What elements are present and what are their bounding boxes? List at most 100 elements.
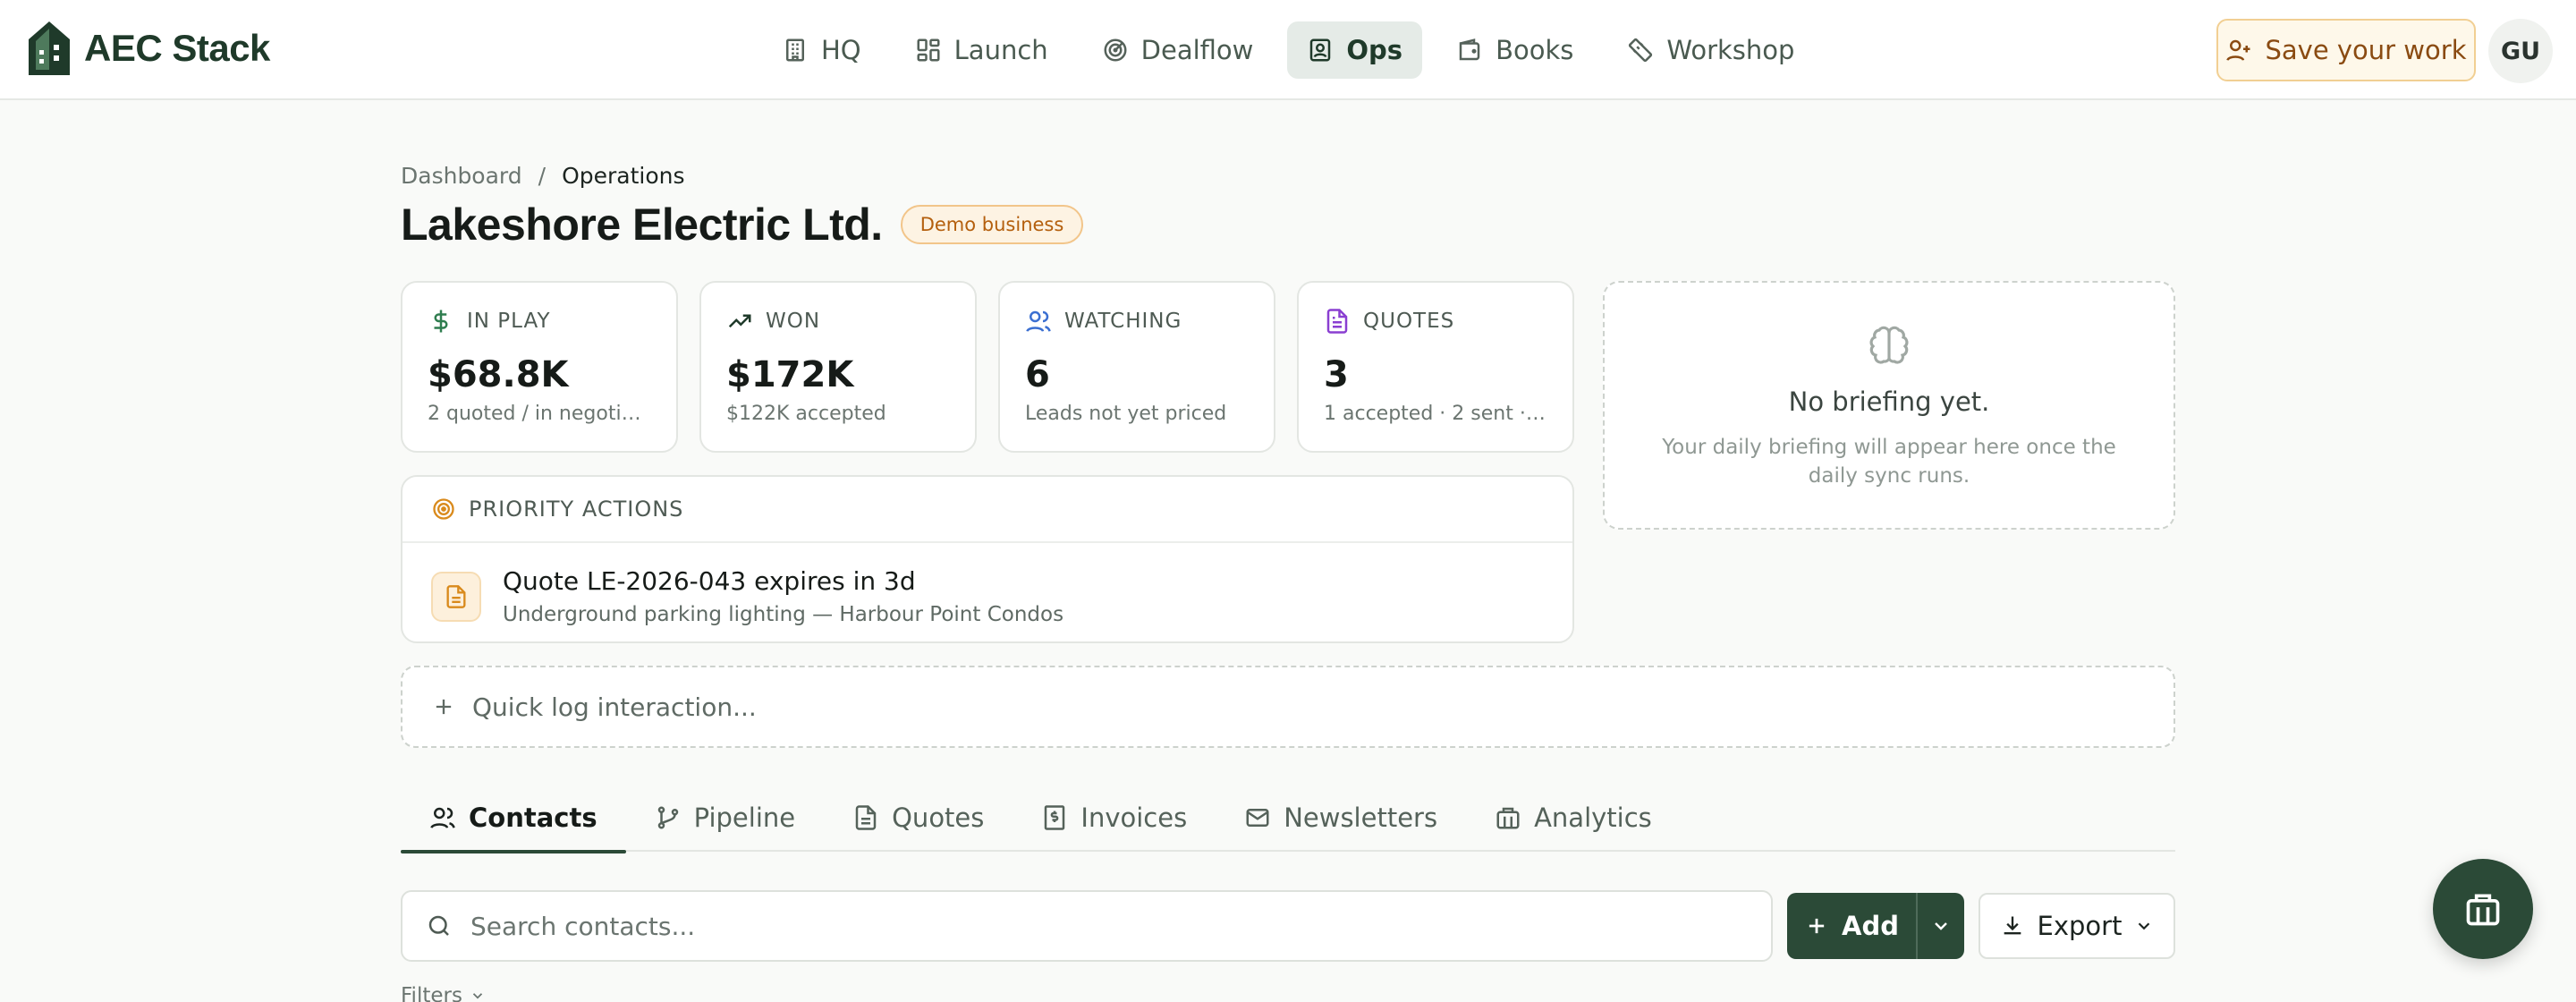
brain-icon	[1869, 326, 1909, 364]
nav-item-label: Ops	[1346, 35, 1403, 65]
target-icon	[433, 498, 454, 520]
search-bar	[401, 890, 1773, 962]
nav-item-label: Workshop	[1666, 35, 1795, 65]
nav-item-dealflow[interactable]: Dealflow	[1082, 21, 1274, 79]
radar-icon	[1104, 38, 1127, 62]
app-name: AEC Stack	[84, 27, 270, 69]
stat-label: IN PLAY	[467, 310, 551, 333]
add-label: Add	[1842, 911, 1899, 941]
nav-item-workshop[interactable]: Workshop	[1607, 21, 1814, 79]
logo-icon	[29, 21, 70, 75]
nav-item-label: Launch	[953, 35, 1048, 65]
stat-value: 3	[1324, 354, 1349, 395]
users-icon	[430, 807, 455, 828]
git-branch-icon	[657, 806, 678, 829]
export-label: Export	[2037, 911, 2123, 941]
stat-head: IN PLAY	[428, 308, 651, 335]
dollar-icon	[434, 310, 448, 333]
file-text-icon	[446, 584, 466, 608]
tab-analytics[interactable]: Analytics	[1466, 784, 1681, 852]
stat-value: $172K	[726, 354, 854, 395]
briefing-text: Your daily briefing will appear here onc…	[1662, 436, 2116, 488]
tab-label: Pipeline	[693, 802, 796, 833]
stat-card-quotes[interactable]: QUOTES 3 1 accepted · 2 sent · 1 d...	[1297, 281, 1574, 453]
user-plus-icon	[2226, 39, 2250, 61]
toolbox-fab-button[interactable]	[2433, 859, 2533, 959]
stat-head: WATCHING	[1025, 308, 1249, 335]
stat-card-watching[interactable]: WATCHING 6 Leads not yet priced	[998, 281, 1275, 453]
stat-label: WON	[766, 310, 821, 333]
stat-head: WON	[726, 308, 950, 335]
page-title-row: Lakeshore Electric Ltd. Demo business	[401, 199, 1084, 250]
search-input[interactable]	[470, 911, 1723, 941]
tab-label: Invoices	[1080, 802, 1188, 833]
breadcrumb-separator: /	[538, 163, 547, 189]
stat-card-in-play[interactable]: IN PLAY $68.8K 2 quoted / in negotiation	[401, 281, 678, 453]
stat-value: 6	[1025, 354, 1050, 395]
priority-heading: PRIORITY ACTIONS	[402, 477, 1572, 543]
tab-quotes[interactable]: Quotes	[824, 784, 1013, 852]
plus-icon	[1809, 918, 1825, 934]
tab-label: Newsletters	[1284, 802, 1438, 833]
filters-toggle[interactable]: Filters	[401, 984, 486, 1002]
add-dropdown-button[interactable]	[1916, 893, 1964, 959]
nav-item-ops[interactable]: Ops	[1287, 21, 1423, 79]
quick-log-label: Quick log interaction...	[472, 692, 757, 722]
add-button[interactable]: Add	[1787, 893, 1916, 959]
stat-head: QUOTES	[1324, 308, 1547, 335]
file-text-icon	[1326, 309, 1348, 334]
save-your-work-button[interactable]: Save your work	[2216, 19, 2476, 81]
stat-sub: Leads not yet priced	[1025, 403, 1227, 425]
breadcrumb-current: Operations	[562, 163, 685, 189]
priority-item-text: Quote LE-2026-043 expires in 3d Undergro…	[503, 566, 1063, 626]
nav-item-label: HQ	[821, 35, 861, 65]
tab-invoices[interactable]: Invoices	[1013, 784, 1216, 852]
tab-newsletters[interactable]: Newsletters	[1216, 784, 1466, 852]
chevron-down-icon	[2139, 922, 2150, 930]
contact-icon	[1310, 38, 1331, 62]
save-label: Save your work	[2265, 35, 2467, 65]
file-text-icon	[855, 805, 877, 830]
app-logo[interactable]: AEC Stack	[27, 20, 270, 77]
quick-log-button[interactable]: Quick log interaction...	[401, 666, 2175, 748]
nav-item-hq[interactable]: HQ	[762, 21, 881, 79]
priority-item[interactable]: Quote LE-2026-043 expires in 3d Undergro…	[402, 543, 1572, 641]
layout-grid-icon	[917, 38, 940, 62]
users-icon	[1026, 310, 1051, 332]
tab-label: Contacts	[469, 802, 597, 833]
chevron-down-icon	[1935, 922, 1947, 930]
section-tabs: Contacts Pipeline Quotes Invoices Newsle…	[401, 784, 2175, 853]
breadcrumb-root[interactable]: Dashboard	[401, 163, 522, 189]
stat-sub: 1 accepted · 2 sent · 1 d...	[1324, 403, 1547, 425]
nav-item-label: Dealflow	[1140, 35, 1254, 65]
tab-contacts[interactable]: Contacts	[401, 784, 626, 853]
trending-up-icon	[728, 314, 751, 328]
nav-item-label: Books	[1496, 35, 1574, 65]
top-bar: AEC Stack HQ Launch Dealflow Ops Books W…	[0, 0, 2576, 100]
search-icon	[428, 915, 449, 936]
tab-pipeline[interactable]: Pipeline	[626, 784, 825, 852]
wallet-icon	[1459, 38, 1480, 61]
demo-badge: Demo business	[900, 205, 1084, 244]
page-title: Lakeshore Electric Ltd.	[401, 200, 883, 250]
export-button[interactable]: Export	[1979, 893, 2175, 959]
priority-item-title: Quote LE-2026-043 expires in 3d	[503, 566, 916, 596]
add-button-group: Add	[1787, 893, 1964, 959]
daily-briefing-panel: No briefing yet. Your daily briefing wil…	[1603, 281, 2175, 530]
receipt-icon	[1045, 805, 1065, 830]
stat-sub: $122K accepted	[726, 403, 886, 425]
mail-icon	[1246, 809, 1269, 827]
briefcase-icon	[2466, 894, 2500, 926]
nav-item-launch[interactable]: Launch	[895, 21, 1068, 79]
ruler-icon	[1629, 38, 1653, 63]
download-icon	[2004, 916, 2021, 935]
nav-item-books[interactable]: Books	[1436, 21, 1593, 79]
filters-label: Filters	[401, 984, 462, 1002]
main-nav: HQ Launch Dealflow Ops Books Workshop	[762, 21, 1814, 79]
stat-card-won[interactable]: WON $172K $122K accepted	[699, 281, 977, 453]
stat-label: QUOTES	[1363, 310, 1455, 333]
chevron-down-icon	[472, 993, 483, 999]
plus-icon	[436, 699, 452, 715]
user-avatar[interactable]: GU	[2488, 19, 2553, 83]
briefing-title: No briefing yet.	[1788, 386, 1990, 417]
